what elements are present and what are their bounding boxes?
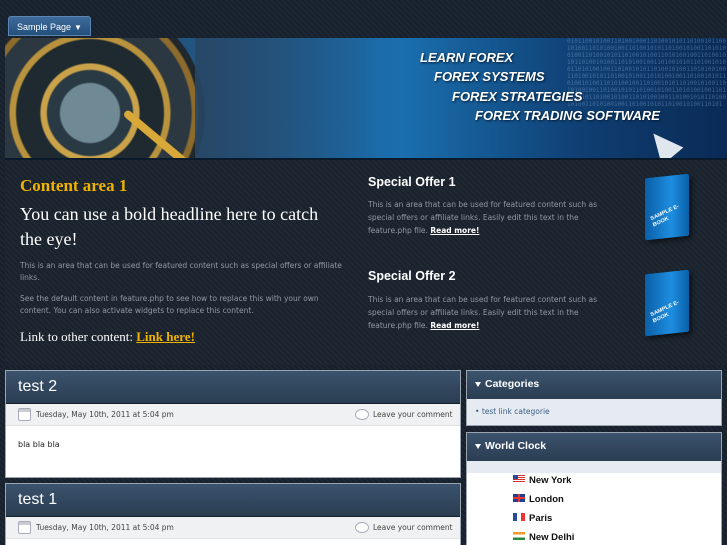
link-here[interactable]: Link here! <box>136 329 195 344</box>
header-banner: 0101100101001101001000110100101011010010… <box>5 38 727 160</box>
banner-text: FOREX SYSTEMS <box>434 69 545 84</box>
post: test 1 Tuesday, May 10th, 2011 at 5:04 p… <box>5 483 461 545</box>
offer-text: This is an area that can be used for fea… <box>368 295 598 330</box>
read-more-link[interactable]: Read more! <box>430 321 479 330</box>
banner-text: FOREX TRADING SOFTWARE <box>475 108 660 123</box>
post-title[interactable]: test 2 <box>18 378 57 396</box>
content-area-headline: You can use a bold headline here to catc… <box>20 204 319 249</box>
offer-title: Special Offer 1 <box>368 175 456 189</box>
calendar-icon <box>18 408 31 421</box>
post: test 2 Tuesday, May 10th, 2011 at 5:04 p… <box>5 370 461 478</box>
leave-comment-link[interactable]: Leave your comment <box>373 523 453 532</box>
post-meta: Tuesday, May 10th, 2011 at 5:04 pm Leave… <box>6 404 460 426</box>
widget-title: World Clock <box>485 440 547 452</box>
leave-comment-link[interactable]: Leave your comment <box>373 410 453 419</box>
post-meta: Tuesday, May 10th, 2011 at 5:04 pm Leave… <box>6 517 460 539</box>
clock-city: New Delhi <box>513 532 574 543</box>
banner-text: LEARN FOREX <box>420 50 514 65</box>
france-flag-icon <box>513 513 525 522</box>
uk-flag-icon <box>513 494 525 503</box>
post-date: Tuesday, May 10th, 2011 at 5:04 pm <box>36 523 174 532</box>
read-more-link[interactable]: Read more! <box>430 226 479 235</box>
offer-text: This is an area that can be used for fea… <box>368 200 598 235</box>
post-title[interactable]: test 1 <box>18 491 57 509</box>
post-date: Tuesday, May 10th, 2011 at 5:04 pm <box>36 410 174 419</box>
content-area-paragraph: This is an area that can be used for fea… <box>20 261 342 282</box>
ebook-label: SAMPLE E-BOOK <box>649 299 680 325</box>
calendar-icon <box>18 521 31 534</box>
chevron-down-icon: ▼ <box>74 23 82 32</box>
link-prefix: Link to other content: <box>20 329 134 344</box>
ebook-image[interactable]: SAMPLE E-BOOK <box>645 173 689 241</box>
content-area-title: Content area 1 <box>20 176 128 195</box>
us-flag-icon <box>513 475 525 484</box>
feature-area: Content area 1 You can use a bold headli… <box>5 160 727 365</box>
content-area-paragraph: See the default content in feature.php t… <box>20 294 319 315</box>
nav-item-sample-page[interactable]: Sample Page ▼ <box>8 16 91 36</box>
categories-widget: Categories • test link categorie <box>466 370 722 426</box>
clock-city: New York <box>513 475 571 486</box>
astronomical-clock-image <box>5 38 205 158</box>
ebook-image[interactable]: SAMPLE E-BOOK <box>645 269 689 337</box>
banner-text: FOREX STRATEGIES <box>452 89 583 104</box>
content-link-line: Link to other content: Link here! <box>20 329 195 345</box>
world-clock-widget: World Clock New York London Paris New De… <box>466 432 722 545</box>
chevron-down-icon <box>475 444 481 449</box>
offer-title: Special Offer 2 <box>368 269 456 283</box>
chevron-down-icon <box>475 382 481 387</box>
comment-bubble-icon <box>355 409 369 420</box>
post-body: bla bla bla <box>18 440 60 449</box>
nav-item-label: Sample Page <box>17 22 72 32</box>
category-link[interactable]: • test link categorie <box>475 407 550 416</box>
india-flag-icon <box>513 532 525 541</box>
comment-bubble-icon <box>355 522 369 533</box>
clock-city: London <box>513 494 564 505</box>
clock-city: Paris <box>513 513 552 524</box>
top-nav: Sample Page ▼ <box>0 0 727 38</box>
widget-title: Categories <box>485 378 540 390</box>
ebook-label: SAMPLE E-BOOK <box>649 203 680 229</box>
